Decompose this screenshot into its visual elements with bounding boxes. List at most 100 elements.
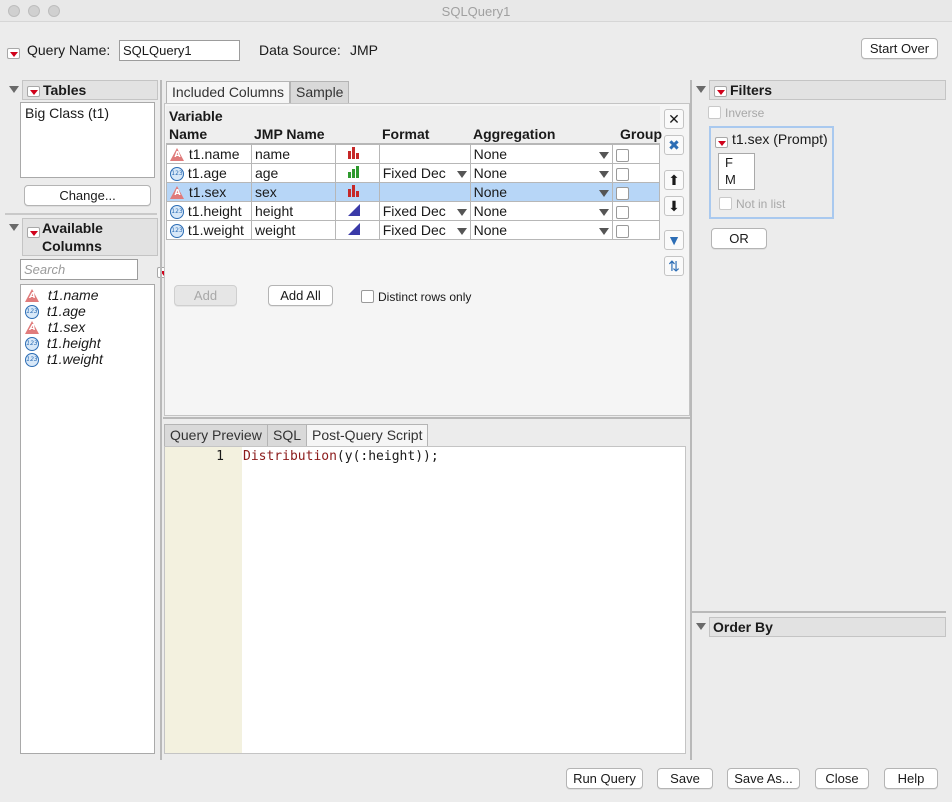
tables-disclosure-icon[interactable]	[9, 86, 19, 93]
available-column-item[interactable]: t1.name	[25, 287, 98, 303]
center-splitter[interactable]	[163, 417, 691, 419]
group-checkbox[interactable]	[616, 224, 630, 238]
jmp-name-cell[interactable]: name	[250, 144, 336, 164]
group-checkbox[interactable]	[616, 167, 630, 181]
available-columns-list[interactable]: t1.name t1.age t1.sex t1.height t1.weigh…	[20, 284, 155, 754]
variable-cell[interactable]: t1.sex	[166, 182, 252, 202]
script-editor[interactable]: 1 Distribution(y(:height));	[164, 446, 686, 754]
group-cell[interactable]	[612, 144, 660, 164]
distinct-rows-checkbox[interactable]	[361, 290, 374, 303]
variable-cell[interactable]: t1.weight	[166, 220, 252, 240]
group-cell[interactable]	[612, 182, 660, 202]
dropdown-arrow-icon[interactable]	[599, 228, 610, 235]
add-button[interactable]: Add	[174, 285, 237, 306]
filters-disclosure-icon[interactable]	[696, 86, 706, 93]
help-button[interactable]: Help	[884, 768, 938, 789]
aggregation-cell[interactable]: None	[469, 182, 614, 202]
variable-cell[interactable]: t1.name	[166, 144, 252, 164]
filters-menu-icon[interactable]	[714, 85, 727, 97]
group-checkbox[interactable]	[616, 205, 630, 219]
tab-included-columns[interactable]: Included Columns	[166, 81, 291, 103]
remove-all-columns-icon[interactable]: ✖	[664, 135, 684, 155]
right-splitter[interactable]	[692, 611, 946, 613]
order-by-disclosure-icon[interactable]	[696, 623, 706, 630]
modeling-type-cell[interactable]	[334, 163, 380, 183]
table-row[interactable]: t1.age age Fixed Dec None	[166, 163, 660, 183]
jmp-name-cell[interactable]: height	[250, 201, 336, 221]
available-column-item[interactable]: t1.height	[25, 335, 101, 352]
variable-cell[interactable]: t1.height	[166, 201, 252, 221]
modeling-type-cell[interactable]	[334, 182, 380, 202]
modeling-type-cell[interactable]	[334, 144, 380, 164]
run-query-button[interactable]: Run Query	[566, 768, 643, 789]
remove-column-icon[interactable]: ✕	[664, 109, 684, 129]
dropdown-arrow-icon[interactable]	[599, 152, 610, 159]
dropdown-arrow-icon[interactable]	[456, 228, 467, 235]
sort-order-icon[interactable]: ⇅	[664, 256, 684, 276]
available-column-item[interactable]: t1.sex	[25, 319, 85, 335]
table-row[interactable]: t1.weight weight Fixed Dec None	[166, 220, 660, 240]
format-cell[interactable]	[378, 182, 471, 202]
dropdown-arrow-icon[interactable]	[599, 190, 610, 197]
left-splitter[interactable]	[5, 213, 157, 215]
modeling-type-cell[interactable]	[334, 220, 380, 240]
filter-menu-icon[interactable]	[715, 137, 728, 149]
table-row[interactable]: t1.name name None	[166, 144, 660, 164]
modeling-type-cell[interactable]	[334, 201, 380, 221]
tables-list[interactable]: Big Class (t1)	[20, 102, 155, 178]
query-options-menu-icon[interactable]	[7, 48, 20, 60]
not-in-list-checkbox[interactable]	[719, 197, 732, 210]
variable-cell[interactable]: t1.age	[166, 163, 252, 183]
save-button[interactable]: Save	[657, 768, 713, 789]
move-down-icon[interactable]: ⬇	[664, 196, 684, 216]
dropdown-arrow-icon[interactable]	[456, 171, 467, 178]
filter-funnel-icon[interactable]: ▼	[664, 230, 684, 250]
change-table-button[interactable]: Change...	[24, 185, 151, 206]
query-name-input[interactable]: SQLQuery1	[119, 40, 240, 61]
group-cell[interactable]	[612, 201, 660, 221]
start-over-button[interactable]: Start Over	[861, 38, 938, 59]
table-item[interactable]: Big Class (t1)	[21, 103, 154, 123]
format-cell[interactable]: Fixed Dec	[378, 201, 471, 221]
jmp-name-cell[interactable]: sex	[250, 182, 336, 202]
close-button[interactable]: Close	[815, 768, 869, 789]
script-line[interactable]: Distribution(y(:height));	[243, 449, 439, 464]
table-row[interactable]: t1.height height Fixed Dec None	[166, 201, 660, 221]
filter-value-f[interactable]: F	[719, 154, 754, 172]
group-checkbox[interactable]	[616, 186, 630, 200]
or-button[interactable]: OR	[711, 228, 767, 249]
jmp-name-cell[interactable]: weight	[250, 220, 336, 240]
aggregation-cell[interactable]: None	[469, 201, 614, 221]
aggregation-cell[interactable]: None	[469, 220, 614, 240]
jmp-name-cell[interactable]: age	[250, 163, 336, 183]
table-row-selected[interactable]: t1.sex sex None	[166, 182, 660, 202]
available-columns-menu-icon[interactable]	[27, 226, 40, 238]
right-vertical-splitter[interactable]	[690, 80, 692, 760]
left-vertical-splitter[interactable]	[160, 80, 162, 760]
group-cell[interactable]	[612, 220, 660, 240]
tab-query-preview[interactable]: Query Preview	[164, 424, 268, 446]
available-columns-disclosure-icon[interactable]	[9, 224, 19, 231]
tab-post-query-script[interactable]: Post-Query Script	[306, 424, 429, 446]
filter-values-list[interactable]: F M	[718, 153, 755, 190]
move-up-icon[interactable]: ⬆	[664, 170, 684, 190]
format-cell[interactable]: Fixed Dec	[378, 163, 471, 183]
format-cell[interactable]	[378, 144, 471, 164]
inverse-checkbox[interactable]	[708, 106, 721, 119]
add-all-button[interactable]: Add All	[268, 285, 333, 306]
save-as-button[interactable]: Save As...	[727, 768, 800, 789]
tab-sample[interactable]: Sample	[290, 81, 350, 103]
aggregation-cell[interactable]: None	[469, 163, 614, 183]
column-search-input[interactable]: Search	[20, 259, 138, 280]
format-cell[interactable]: Fixed Dec	[378, 220, 471, 240]
tab-sql[interactable]: SQL	[267, 424, 308, 446]
available-column-item[interactable]: t1.weight	[25, 351, 103, 368]
tables-menu-icon[interactable]	[27, 85, 40, 97]
available-column-item[interactable]: t1.age	[25, 303, 86, 320]
aggregation-cell[interactable]: None	[469, 144, 614, 164]
dropdown-arrow-icon[interactable]	[456, 209, 467, 216]
dropdown-arrow-icon[interactable]	[599, 209, 610, 216]
group-cell[interactable]	[612, 163, 660, 183]
dropdown-arrow-icon[interactable]	[599, 171, 610, 178]
filter-value-m[interactable]: M	[719, 172, 754, 188]
